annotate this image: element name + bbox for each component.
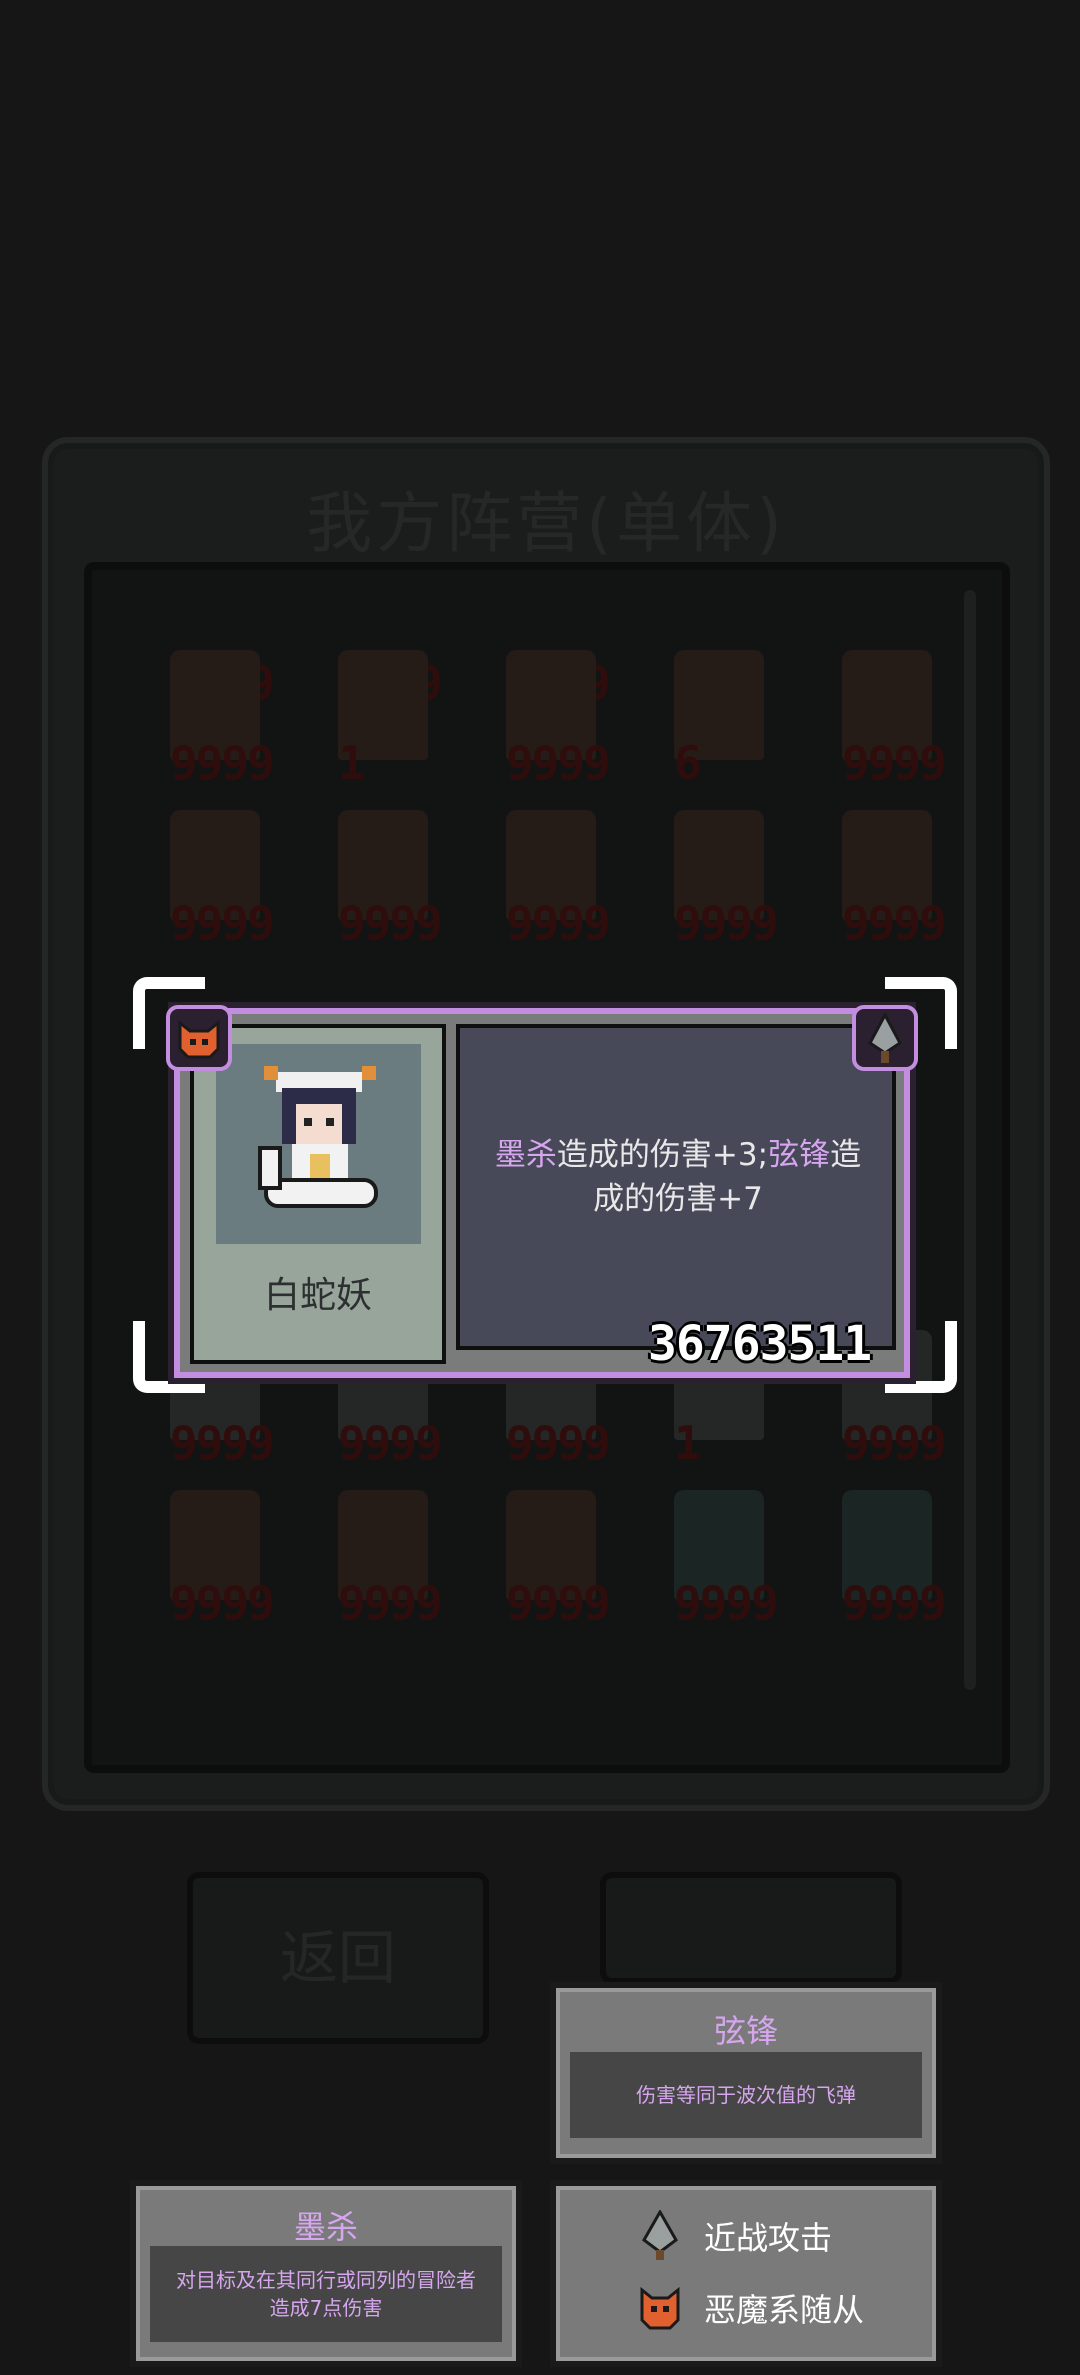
tag-melee: 近战攻击	[636, 2210, 832, 2262]
unit-effect-panel: 墨杀造成的伤害+3;弦锋造 成的伤害+7	[456, 1024, 896, 1350]
unit-grid-cell[interactable]: 6	[634, 640, 794, 790]
unit-grid-value: 9999	[842, 736, 947, 790]
unit-grid-value: 9999	[674, 896, 779, 950]
unit-grid-cell[interactable]: 9999	[130, 640, 290, 790]
unit-score: 36763511	[648, 1316, 872, 1372]
panel-title: 我方阵营(单体)	[306, 485, 786, 562]
scrollbar[interactable]	[964, 590, 976, 1690]
demon-icon	[640, 2286, 680, 2330]
unit-grid-value: 9999	[338, 1576, 443, 1630]
unit-grid-cell[interactable]: 9999	[130, 1480, 290, 1630]
white-snake-demon-icon	[258, 1066, 378, 1208]
tooltip-title: 墨杀	[293, 2208, 358, 2246]
skill-tooltip-xianfeng: 弦锋 伤害等同于波次值的飞弹	[550, 1982, 942, 2164]
back-button[interactable]: 返回	[187, 1872, 489, 2044]
tooltip-body: 伤害等同于波次值的飞弹	[570, 2052, 922, 2138]
unit-tags-tooltip: 近战攻击 恶魔系随从	[550, 2180, 942, 2367]
unit-grid-cell[interactable]: 9999	[634, 800, 794, 950]
unit-portrait-panel: 白蛇妖	[190, 1024, 446, 1364]
unit-grid-value: 9999	[842, 1576, 947, 1630]
unit-grid-cell[interactable]: 9999	[466, 800, 626, 950]
unit-grid-value: 9999	[170, 896, 275, 950]
spear-icon	[852, 1005, 918, 1071]
unit-grid-value: 9999	[338, 1416, 443, 1470]
unit-effect-description: 墨杀造成的伤害+3;弦锋造 成的伤害+7	[494, 1137, 862, 1217]
unit-grid-value: 9999	[674, 1576, 779, 1630]
demon-icon	[166, 1005, 232, 1071]
unit-grid-value: 9999	[170, 1576, 275, 1630]
unit-grid-value: 1	[674, 1416, 702, 1470]
unit-grid-value: 9999	[506, 896, 611, 950]
unit-grid-cell[interactable]: 9999	[802, 800, 962, 950]
skill-tooltip-mosha: 墨杀 对目标及在其同行或同列的冒险者 造成7点伤害	[130, 2180, 522, 2367]
tooltip-title: 弦锋	[713, 2012, 778, 2050]
unit-grid-cell[interactable]: 9999	[802, 1480, 962, 1630]
unit-grid-value: 9999	[506, 1576, 611, 1630]
skill-name-xianfeng: 弦锋	[768, 1137, 831, 1173]
unit-name: 白蛇妖	[263, 1275, 372, 1316]
unit-portrait	[216, 1044, 421, 1244]
unit-grid-cell[interactable]: 9999	[466, 640, 626, 790]
unit-grid-cell[interactable]: 1	[298, 640, 458, 790]
swap-button[interactable]	[600, 1872, 902, 1984]
unit-grid-cell[interactable]: 9999	[466, 1480, 626, 1630]
unit-grid-value: 9999	[170, 736, 275, 790]
tag-demon: 恶魔系随从	[636, 2282, 864, 2334]
unit-grid-value: 9999	[842, 896, 947, 950]
unit-grid-value: 9999	[506, 1416, 611, 1470]
spear-icon	[642, 2210, 678, 2260]
unit-grid-cell[interactable]: 9999	[298, 1480, 458, 1630]
unit-grid-cell[interactable]: 9999	[298, 800, 458, 950]
skill-name-mosha: 墨杀	[494, 1137, 557, 1173]
unit-grid-value: 9999	[506, 736, 611, 790]
unit-grid-value: 6	[674, 736, 702, 790]
unit-grid-cell[interactable]: 9999	[130, 800, 290, 950]
unit-grid-value: 9999	[338, 896, 443, 950]
unit-grid-cell[interactable]: 9999	[634, 1480, 794, 1630]
unit-grid-value: 1	[338, 736, 366, 790]
unit-grid-value: 9999	[170, 1416, 275, 1470]
tooltip-body: 对目标及在其同行或同列的冒险者 造成7点伤害	[150, 2246, 502, 2342]
unit-grid-cell[interactable]: 9999	[802, 640, 962, 790]
unit-grid-value: 9999	[842, 1416, 947, 1470]
